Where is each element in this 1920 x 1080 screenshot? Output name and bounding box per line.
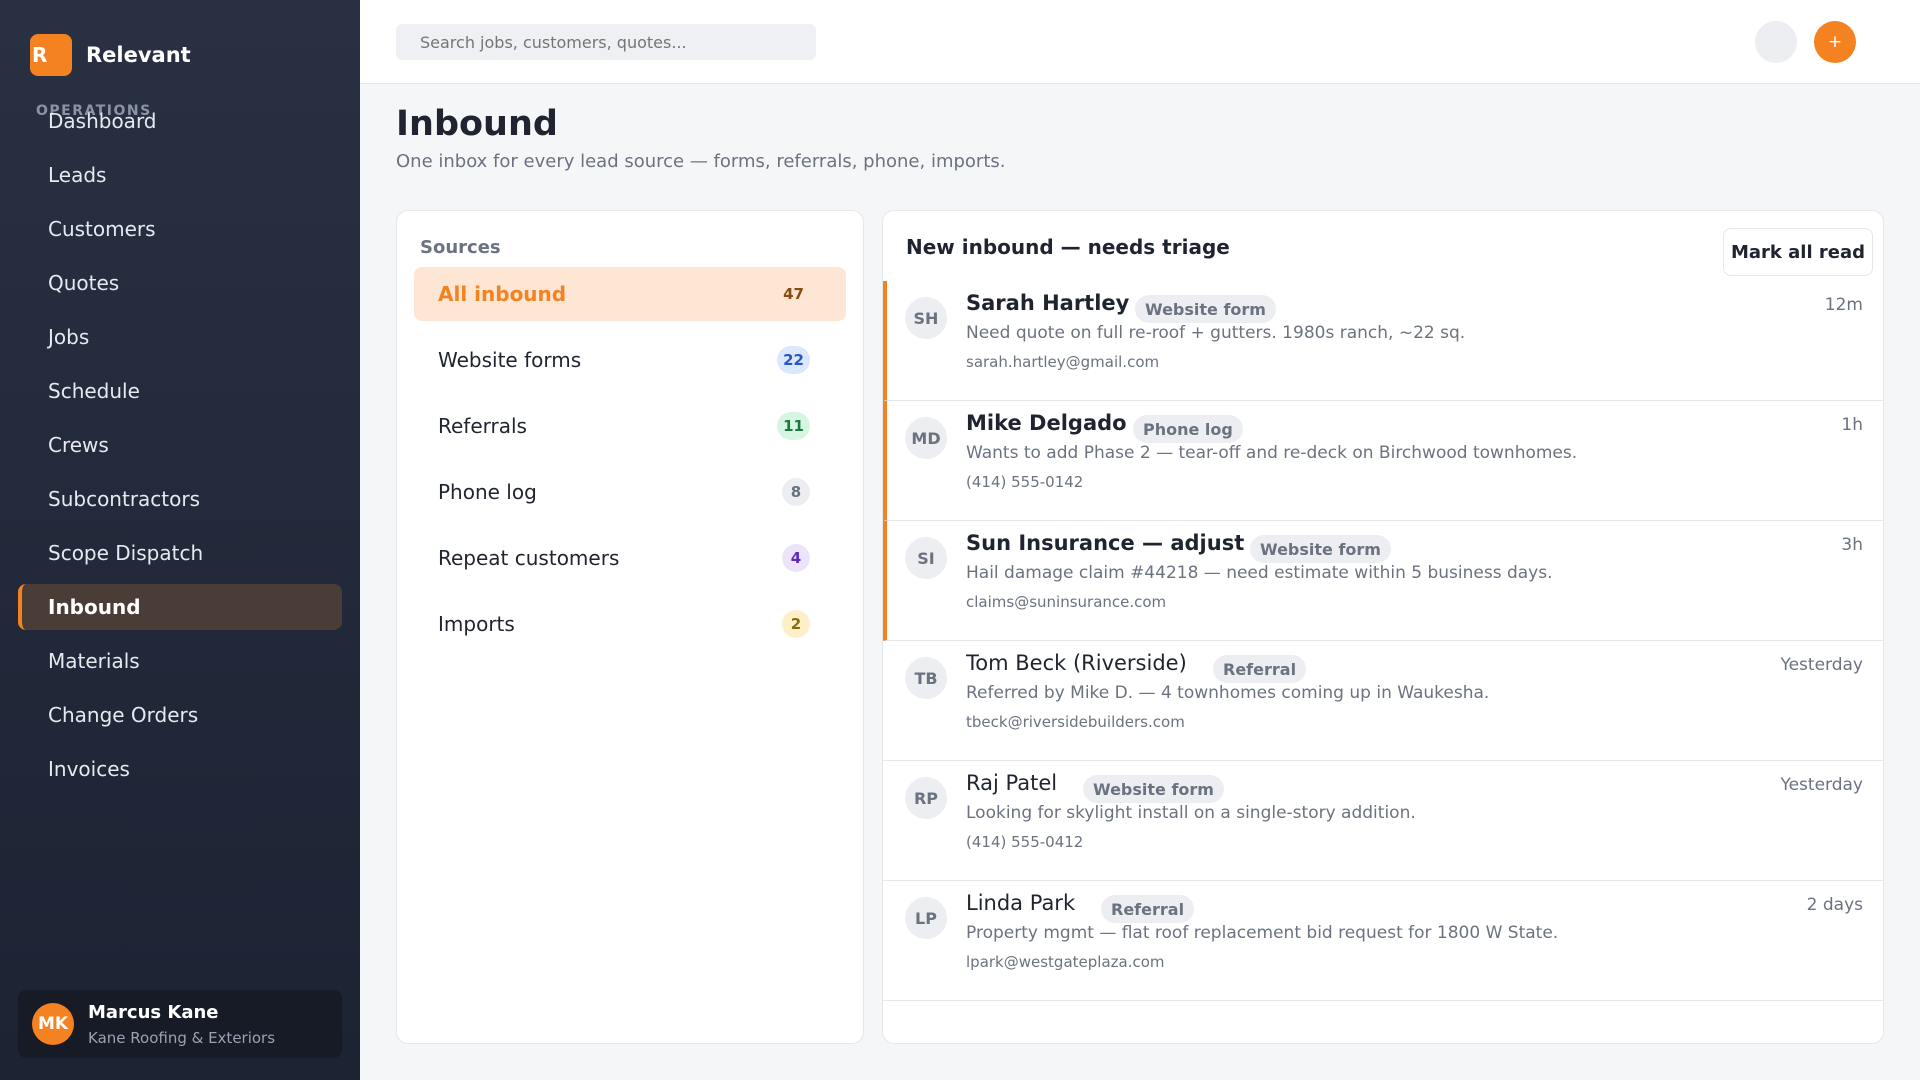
brand[interactable]: R Relevant [30,34,191,76]
contact-info: tbeck@riversidebuilders.com [966,713,1185,731]
contact-info: (414) 555-0142 [966,473,1084,491]
timestamp: Yesterday [1780,775,1863,795]
inbox-title: New inbound — needs triage [906,235,1230,259]
avatar: RP [905,777,947,819]
user-company: Kane Roofing & Exteriors [88,1028,276,1047]
source-label: Phone log [438,480,537,504]
sources-panel: Sources All inbound 47 Website forms 22 Refe… [396,210,864,1044]
source-tag: Referral [1101,895,1195,923]
message-preview: Hail damage claim #44218 — need estimate… [966,563,1553,583]
sidebar-item-schedule[interactable]: Schedule [18,368,342,414]
avatar: MK [32,1003,74,1045]
topbar: + [360,0,1920,84]
sources-title: Sources [420,237,501,258]
sidebar-item-leads[interactable]: Leads [18,152,342,198]
contact-info: sarah.hartley@gmail.com [966,353,1160,371]
contact-info: claims@suninsurance.com [966,593,1167,611]
source-label: Imports [438,612,515,636]
contact-name: Tom Beck (Riverside) [966,651,1187,675]
count-badge: 11 [777,412,810,440]
inbox-list: SH Sarah Hartley Website form 12m Need quote… [883,281,1883,1001]
brand-logo: R [30,34,72,76]
timestamp: 1h [1841,415,1863,435]
sources-list: All inbound 47 Website forms 22 Referrals 11 P… [414,267,846,663]
source-tag: Website form [1083,775,1224,803]
timestamp: 2 days [1806,895,1863,915]
sidebar-item-invoices[interactable]: Invoices [18,746,342,792]
count-badge: 2 [782,610,810,638]
contact-info: (414) 555-0412 [966,833,1084,851]
count-badge: 8 [782,478,810,506]
source-item[interactable]: Phone log 8 [414,465,846,519]
count-badge: 22 [777,346,810,374]
source-item[interactable]: Referrals 11 [414,399,846,453]
contact-name: Sun Insurance — adjuster [966,531,1244,555]
search-input[interactable] [396,24,816,60]
message-preview: Property mgmt — flat roof replacement bi… [966,923,1559,943]
source-tag: Website form [1135,295,1276,323]
contact-name: Linda Park [966,891,1076,915]
page-subtitle: One inbox for every lead source — forms,… [396,151,1006,172]
avatar: SH [905,297,947,339]
sidebar-item-customers[interactable]: Customers [18,206,342,252]
profile-button[interactable] [1755,21,1797,63]
user-info: Marcus Kane Kane Roofing & Exteriors [88,1002,275,1047]
contact-name: Sarah Hartley [966,291,1130,315]
contact-name: Raj Patel [966,771,1058,795]
avatar: MD [905,417,947,459]
count-badge: 4 [782,544,810,572]
contact-name: Mike Delgado [966,411,1127,435]
source-label: All inbound [438,282,567,306]
sidebar-nav: Dashboard Leads Customers Quotes Jobs Sc… [18,98,342,800]
inbox-row[interactable]: SI Sun Insurance — adjuster Website form 3h… [883,521,1883,641]
message-preview: Need quote on full re-roof + gutters. 19… [966,323,1466,343]
sidebar-item-dashboard[interactable]: Dashboard [18,98,342,144]
avatar: LP [905,897,947,939]
inbox-row[interactable]: MD Mike Delgado Phone log 1h Wants to add Ph… [883,401,1883,521]
brand-name: Relevant [86,43,191,67]
contact-info: lpark@westgateplaza.com [966,953,1165,971]
avatar: TB [905,657,947,699]
add-button[interactable]: + [1814,21,1856,63]
sidebar-item-materials[interactable]: Materials [18,638,342,684]
source-tag: Website form [1250,535,1391,563]
inbox-panel: New inbound — needs triage Mark all read… [882,210,1884,1044]
page-title: Inbound [396,104,558,144]
source-label: Repeat customers [438,546,620,570]
sidebar-item-scope-dispatch[interactable]: Scope Dispatch [18,530,342,576]
inbox-row[interactable]: TB Tom Beck (Riverside) Referral Yesterday R… [883,641,1883,761]
timestamp: Yesterday [1780,655,1863,675]
sidebar: R Relevant OPERATIONS Dashboard Leads Cu… [0,0,360,1080]
sidebar-item-subcontractors[interactable]: Subcontractors [18,476,342,522]
sidebar-item-inbound[interactable]: Inbound [18,584,342,630]
user-name: Marcus Kane [88,1001,219,1023]
source-item[interactable]: Website forms 22 [414,333,846,387]
timestamp: 12m [1824,295,1863,315]
user-card[interactable]: MK Marcus Kane Kane Roofing & Exteriors [18,990,342,1058]
source-item[interactable]: Repeat customers 4 [414,531,846,585]
source-label: Referrals [438,414,527,438]
inbox-row[interactable]: SH Sarah Hartley Website form 12m Need quote… [883,281,1883,401]
message-preview: Looking for skylight install on a single… [966,803,1416,823]
sidebar-item-change-orders[interactable]: Change Orders [18,692,342,738]
source-tag: Phone log [1133,415,1243,443]
sidebar-item-quotes[interactable]: Quotes [18,260,342,306]
timestamp: 3h [1841,535,1863,555]
sidebar-item-crews[interactable]: Crews [18,422,342,468]
message-preview: Referred by Mike D. — 4 townhomes coming… [966,683,1490,703]
mark-all-read-button[interactable]: Mark all read [1723,228,1873,276]
inbox-row[interactable]: LP Linda Park Referral 2 days Property mgmt … [883,881,1883,1001]
source-label: Website forms [438,348,582,372]
count-badge: 47 [783,285,804,303]
inbox-row[interactable]: RP Raj Patel Website form Yesterday Looking … [883,761,1883,881]
source-tag: Referral [1213,655,1307,683]
avatar: SI [905,537,947,579]
message-preview: Wants to add Phase 2 — tear-off and re-d… [966,443,1578,463]
source-item[interactable]: Imports 2 [414,597,846,651]
source-item[interactable]: All inbound 47 [414,267,846,321]
sidebar-item-jobs[interactable]: Jobs [18,314,342,360]
